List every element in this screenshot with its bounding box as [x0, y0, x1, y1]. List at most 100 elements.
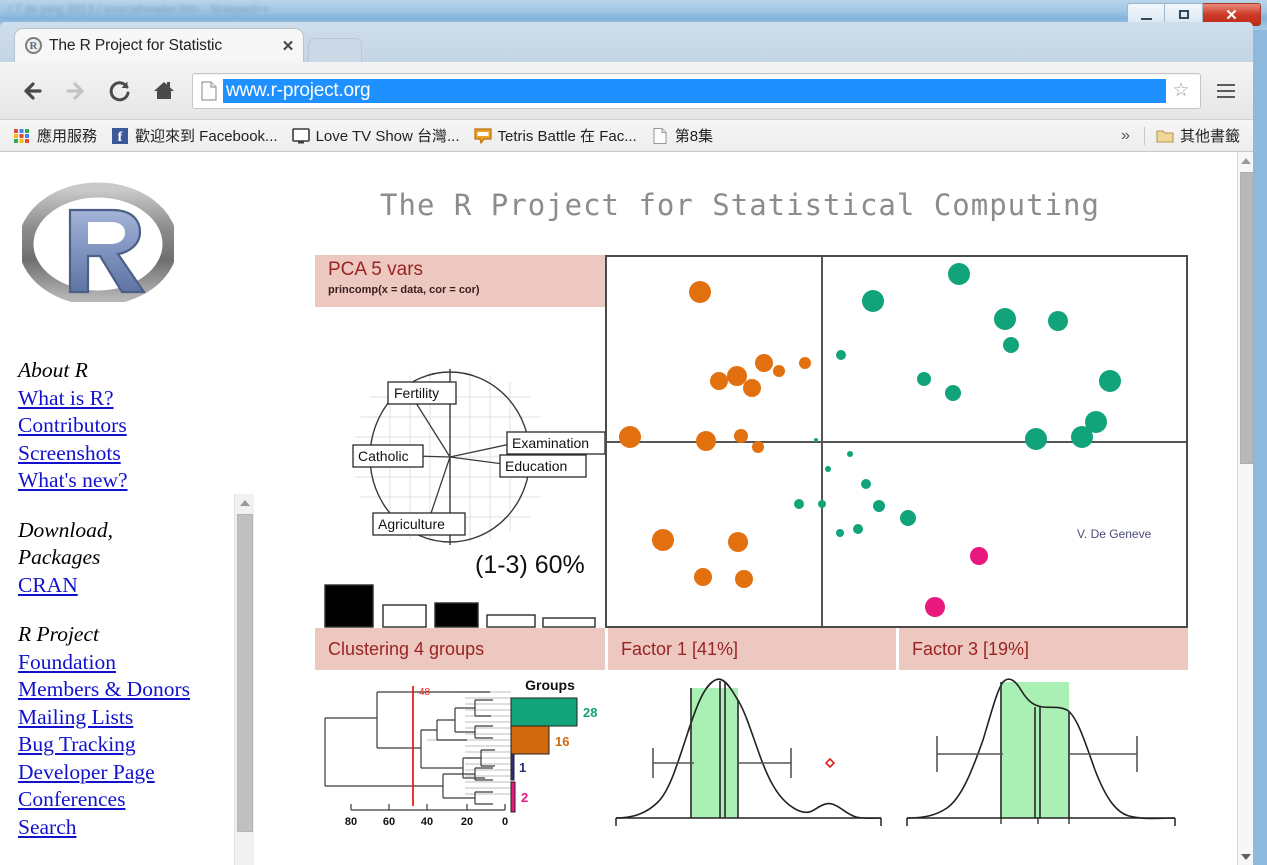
- density-iqr-band: [691, 688, 738, 818]
- sidebar-heading-download: Download,: [18, 517, 113, 542]
- sidebar-item-whats-new[interactable]: What's new?: [18, 467, 230, 495]
- pca-label-fertility: Fertility: [394, 385, 439, 401]
- factor3-header-band: Factor 3 [19%]: [897, 628, 1188, 670]
- page-scroll-down-button[interactable]: [1238, 848, 1254, 865]
- r-logo: [18, 182, 178, 306]
- pca-loadings-plot: Fertility Catholic Examination Education…: [315, 307, 606, 628]
- bookmark-label: 歡迎來到 Facebook...: [135, 128, 278, 145]
- dendro-tick-40: 40: [421, 816, 433, 828]
- page-title: The R Project for Statistical Computing: [380, 188, 1100, 222]
- sidebar-item-cran[interactable]: CRAN: [18, 572, 230, 600]
- pca-header-band: PCA 5 vars princomp(x = data, cor = cor): [315, 255, 605, 307]
- hamburger-menu-icon[interactable]: [1209, 74, 1243, 108]
- bookmark-label: 應用服務: [37, 128, 98, 145]
- sidebar-item-bug-tracking[interactable]: Bug Tracking: [18, 731, 230, 759]
- bookmark-item-apps[interactable]: 應用服務: [6, 124, 104, 148]
- groups-count-16: 16: [555, 734, 569, 749]
- clustering-header-band: Clustering 4 groups: [315, 628, 605, 670]
- sidebar-scrollbar[interactable]: [234, 494, 254, 865]
- density-curve: [615, 678, 882, 820]
- sidebar-nav: About R What is R? Contributors Screensh…: [18, 357, 230, 841]
- sidebar-scrollbar-thumb[interactable]: [237, 514, 253, 832]
- sidebar-item-contributors[interactable]: Contributors: [18, 412, 230, 440]
- bookmark-label: 第8集: [674, 128, 714, 145]
- groups-count-1: 1: [519, 760, 526, 775]
- document-icon: [653, 127, 667, 144]
- minimize-icon: [1140, 17, 1152, 20]
- density-outlier-marker: [824, 757, 836, 769]
- bookmarks-separator: [1143, 126, 1145, 145]
- bookmark-item-tetris[interactable]: Tetris Battle 在 Fac...: [467, 124, 644, 148]
- chevron-down-icon: [1241, 853, 1251, 860]
- groups-count-28: 28: [583, 705, 597, 720]
- tetris-icon: [473, 127, 492, 144]
- groups-legend-title: Groups: [525, 677, 575, 693]
- pca-title: PCA 5 vars: [328, 259, 424, 280]
- r-project-page: The R Project for Statistical Computing …: [0, 152, 1237, 865]
- background-window-title: / 7 dv ping 2013 / sourceheader.htm - No…: [8, 2, 270, 16]
- factor1-density-plot: [606, 670, 896, 835]
- sidebar-item-search[interactable]: Search: [18, 814, 230, 842]
- scatter-annotation: V. De Geneve: [1077, 527, 1152, 541]
- groups-bar-28: [510, 697, 578, 727]
- forward-button[interactable]: [54, 69, 98, 113]
- facebook-icon: f: [112, 127, 129, 144]
- sidebar-item-conferences[interactable]: Conferences: [18, 786, 230, 814]
- sidebar-item-what-is-r[interactable]: What is R?: [18, 385, 230, 413]
- browser-window: R The R Project for Statistic ✕ www.r-pr…: [0, 22, 1253, 865]
- bookmark-item-facebook[interactable]: f 歡迎來到 Facebook...: [104, 124, 285, 148]
- sidebar-item-screenshots[interactable]: Screenshots: [18, 440, 230, 468]
- bookmarks-bar: 應用服務 f 歡迎來到 Facebook... Love TV Show 台灣.…: [0, 120, 1253, 152]
- pca-label-examination: Examination: [512, 435, 589, 451]
- page-scrollbar[interactable]: [1237, 152, 1253, 865]
- tab-strip: R The R Project for Statistic ✕: [0, 22, 1253, 62]
- pca-label-agriculture: Agriculture: [378, 516, 445, 532]
- home-button[interactable]: [142, 69, 186, 113]
- bookmark-item-lovetvshow[interactable]: Love TV Show 台灣...: [285, 124, 467, 148]
- dendrogram-plot: 48 80 60 40 20 0 Groups 28 16 1 2: [315, 670, 605, 835]
- new-tab-button[interactable]: [308, 38, 362, 62]
- address-bar[interactable]: www.r-project.org ☆: [192, 72, 1201, 109]
- reload-icon: [109, 80, 130, 101]
- back-button[interactable]: [10, 69, 54, 113]
- dendro-tick-80: 80: [345, 816, 357, 828]
- groups-bar-1: [510, 753, 515, 781]
- other-bookmarks-folder[interactable]: 其他書籤: [1149, 124, 1247, 148]
- factor3-title: Factor 3 [19%]: [912, 638, 1030, 659]
- chevron-up-icon: [1240, 157, 1251, 164]
- bookmark-label: Tetris Battle 在 Fac...: [497, 128, 637, 145]
- sidebar-item-members-donors[interactable]: Members & Donors: [18, 676, 230, 704]
- scatter-group-teal: [794, 263, 1121, 537]
- pca-call-text: princomp(x = data, cor = cor): [328, 284, 480, 296]
- scatter-group-magenta: [925, 547, 988, 617]
- navigation-toolbar: www.r-project.org ☆: [0, 62, 1253, 120]
- sidebar-item-developer-page[interactable]: Developer Page: [18, 759, 230, 787]
- scatter-group-orange: [619, 281, 811, 588]
- page-scrollbar-thumb[interactable]: [1240, 172, 1253, 464]
- url-input[interactable]: www.r-project.org: [223, 78, 1166, 103]
- svg-text:f: f: [118, 130, 123, 144]
- reload-button[interactable]: [98, 69, 142, 113]
- groups-bar-2: [510, 781, 516, 813]
- sidebar-heading-packages: Packages: [18, 545, 101, 569]
- bookmark-star-icon[interactable]: ☆: [1166, 79, 1196, 102]
- factor-scatter-plot: V. De Geneve: [605, 255, 1188, 628]
- sidebar-scroll-up-button[interactable]: [235, 494, 254, 512]
- sidebar-item-mailing-lists[interactable]: Mailing Lists: [18, 704, 230, 732]
- page-viewport: The R Project for Statistical Computing …: [0, 152, 1253, 865]
- browser-tab[interactable]: R The R Project for Statistic ✕: [14, 28, 304, 62]
- bookmark-item-episode8[interactable]: 第8集: [644, 124, 720, 148]
- page-scroll-up-button[interactable]: [1238, 152, 1253, 169]
- monitor-icon: [291, 127, 310, 143]
- bookmarks-overflow-button[interactable]: »: [1111, 127, 1140, 145]
- sidebar-item-foundation[interactable]: Foundation: [18, 649, 230, 677]
- analysis-figure: PCA 5 vars princomp(x = data, cor = cor): [315, 255, 1188, 835]
- dendro-tick-60: 60: [383, 816, 395, 828]
- dendrogram-cut-label: 48: [419, 687, 431, 698]
- chevron-up-icon: [239, 500, 250, 506]
- pca-variance-label: (1-3) 60%: [475, 551, 585, 579]
- tab-title: The R Project for Statistic: [49, 36, 223, 54]
- pca-label-catholic: Catholic: [358, 448, 409, 464]
- tab-close-icon[interactable]: ✕: [279, 37, 297, 55]
